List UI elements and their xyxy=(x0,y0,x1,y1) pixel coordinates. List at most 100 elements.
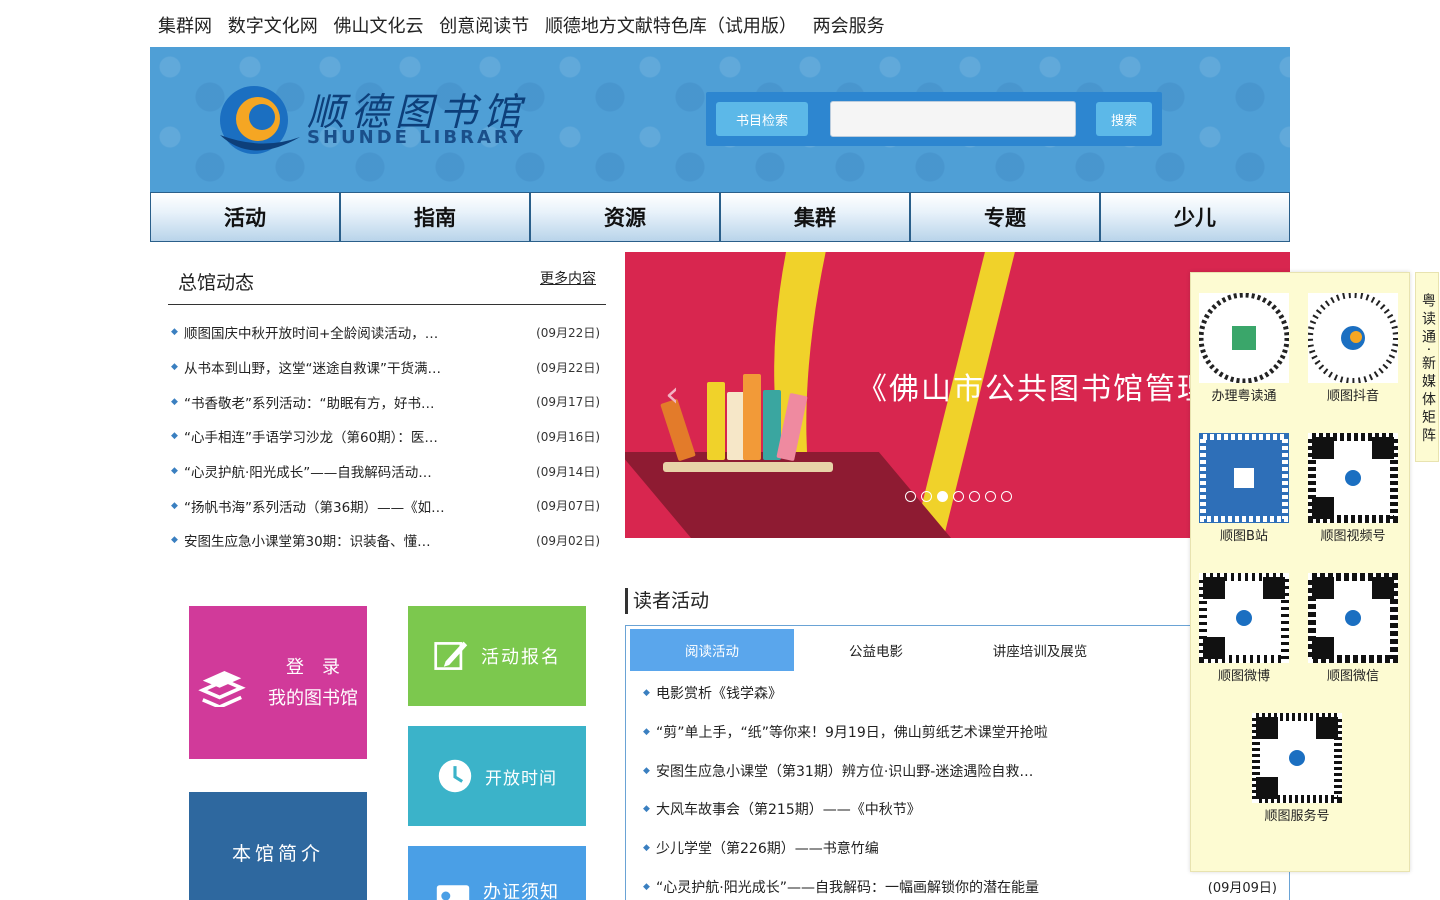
banner-text: 《佛山市公共图书馆管理办 xyxy=(857,372,1241,407)
qr-code-icon xyxy=(1308,433,1398,523)
news-item-title[interactable]: 安图生应急小课堂第30期：识装备、懂… xyxy=(184,530,514,550)
news-item[interactable]: ◆ 安图生应急小课堂第30期：识装备、懂… (09月02日) xyxy=(168,523,606,558)
qr-wechat[interactable]: 顺图微信 xyxy=(1303,573,1403,684)
qr-code-icon xyxy=(1199,293,1289,383)
library-logo[interactable]: 顺德图书馆 SHUNDE LIBRARY xyxy=(212,75,532,165)
nav-activities[interactable]: 活动 xyxy=(151,193,341,241)
book-illustration xyxy=(743,374,761,460)
nav-topics[interactable]: 专题 xyxy=(911,193,1101,241)
book-illustration xyxy=(707,382,725,460)
banner-dot[interactable] xyxy=(969,491,980,502)
banner-dot[interactable] xyxy=(985,491,996,502)
qr-weibo[interactable]: 顺图微博 xyxy=(1194,573,1294,684)
news-item[interactable]: ◆ 顺图国庆中秋开放时间+全龄阅读活动，… (09月22日) xyxy=(168,315,606,350)
news-item[interactable]: ◆ “心灵护航·阳光成长”——自我解码活动… (09月14日) xyxy=(168,454,606,489)
banner-prev-arrow-icon[interactable]: ‹ xyxy=(665,374,679,415)
news-item-title[interactable]: “心手相连”手语学习沙龙（第60期）：医… xyxy=(184,426,514,446)
login-text: 登 录 我的图书馆 xyxy=(268,652,358,714)
search-type-select[interactable]: 书目检索 xyxy=(716,102,808,136)
qr-service-account[interactable]: 顺图服务号 xyxy=(1247,713,1347,824)
bullet-icon: ◆ xyxy=(171,327,178,338)
activity-item-title[interactable]: 电影赏析《钱学森》 xyxy=(656,683,782,703)
bullet-icon: ◆ xyxy=(171,466,178,477)
banner-dot[interactable] xyxy=(905,491,916,502)
news-item-title[interactable]: “心灵护航·阳光成长”——自我解码活动… xyxy=(184,461,514,481)
bullet-icon: ◆ xyxy=(171,535,178,546)
news-more-link[interactable]: 更多内容 xyxy=(540,268,596,288)
bullet-icon: ◆ xyxy=(643,727,650,738)
card-application-label: 办证须知 xyxy=(483,882,559,900)
activity-item[interactable]: ◆ “心灵护航·阳光成长”——自我解码：一幅画解锁你的潜在能量 (09月09日) xyxy=(640,867,1289,900)
qr-yuedutong[interactable]: 办理粤读通 xyxy=(1194,293,1294,404)
banner-dot[interactable] xyxy=(921,491,932,502)
tab-reading-activities[interactable]: 阅读活动 xyxy=(630,629,794,671)
login-label: 登 录 xyxy=(286,656,340,678)
search-box: 书目检索 搜索 xyxy=(706,92,1162,146)
banner-dot[interactable] xyxy=(1001,491,1012,502)
activity-item-title[interactable]: 安图生应急小课堂（第31期）辨方位·识山野-迷途遇险自救… xyxy=(656,761,1033,781)
activity-signup-tile[interactable]: 活动报名 xyxy=(408,606,586,706)
news-item-title[interactable]: “书香敬老”系列活动：“助眠有方，好书… xyxy=(184,392,514,412)
activity-item-title[interactable]: “剪”单上手，“纸”等你来！9月19日，佛山剪纸艺术课堂开抢啦 xyxy=(656,722,1048,742)
my-library-label: 我的图书馆 xyxy=(268,687,358,709)
link-jiqun[interactable]: 集群网 xyxy=(158,16,212,37)
nav-resources[interactable]: 资源 xyxy=(531,193,721,241)
tab-public-films[interactable]: 公益电影 xyxy=(794,629,958,671)
search-input[interactable] xyxy=(830,101,1076,137)
news-header: 总馆动态 更多内容 xyxy=(168,260,606,305)
qr-douyin[interactable]: 顺图抖音 xyxy=(1303,293,1403,404)
news-item[interactable]: ◆ “心手相连”手语学习沙龙（第60期）：医… (09月16日) xyxy=(168,419,606,454)
news-item-title[interactable]: 顺图国庆中秋开放时间+全龄阅读活动，… xyxy=(184,322,514,342)
main-nav: 活动 指南 资源 集群 专题 少儿 xyxy=(150,192,1290,242)
news-item-title[interactable]: 从书本到山野，这堂“迷途自救课”干货满… xyxy=(184,357,514,377)
qr-code-icon xyxy=(1199,573,1289,663)
logo-swirl-icon xyxy=(220,86,300,154)
link-local-literature[interactable]: 顺德地方文献特色库（试用版） xyxy=(545,16,797,37)
news-item-date: (09月16日) xyxy=(536,429,600,444)
tab-lectures-exhibitions[interactable]: 讲座培训及展览 xyxy=(958,629,1122,671)
bullet-icon: ◆ xyxy=(171,362,178,373)
shelf-illustration xyxy=(663,462,833,472)
news-item-date: (09月14日) xyxy=(536,464,600,479)
site-header: 顺德图书馆 SHUNDE LIBRARY 书目检索 搜索 xyxy=(150,47,1290,192)
edit-icon xyxy=(434,641,468,670)
activity-item-title[interactable]: 大风车故事会（第215期）——《中秋节》 xyxy=(656,799,921,819)
bullet-icon: ◆ xyxy=(171,431,178,442)
qr-label: 顺图服务号 xyxy=(1264,809,1330,824)
news-item-date: (09月22日) xyxy=(536,325,600,340)
activity-item-title[interactable]: “心灵护航·阳光成长”——自我解码：一幅画解锁你的潜在能量 xyxy=(656,877,1039,897)
nav-guide[interactable]: 指南 xyxy=(341,193,531,241)
link-digital-culture[interactable]: 数字文化网 xyxy=(228,16,318,37)
news-item-title[interactable]: “扬帆书海”系列活动（第36期）——《如… xyxy=(184,496,514,516)
login-tile[interactable]: 登 录 我的图书馆 xyxy=(189,606,367,759)
news-item[interactable]: ◆ 从书本到山野，这堂“迷途自救课”干货满… (09月22日) xyxy=(168,350,606,385)
activity-item-title[interactable]: 少儿学堂（第226期）——书意竹编 xyxy=(656,838,879,858)
qr-code-icon xyxy=(1252,713,1342,803)
news-item[interactable]: ◆ “扬帆书海”系列活动（第36期）——《如… (09月07日) xyxy=(168,488,606,523)
link-two-sessions[interactable]: 两会服务 xyxy=(813,16,885,37)
news-item-date: (09月07日) xyxy=(536,499,600,514)
link-creative-reading[interactable]: 创意阅读节 xyxy=(439,16,529,37)
activity-tabs: 阅读活动 公益电影 讲座培训及展览 xyxy=(630,629,1285,671)
news-item-date: (09月02日) xyxy=(536,533,600,548)
qr-video-channel[interactable]: 顺图视频号 xyxy=(1303,433,1403,544)
link-foshan-culture-cloud[interactable]: 佛山文化云 xyxy=(333,16,423,37)
bullet-icon: ◆ xyxy=(171,396,178,407)
nav-children[interactable]: 少儿 xyxy=(1101,193,1289,241)
card-application-tile[interactable]: 办证须知 xyxy=(408,846,586,900)
activity-item-date: (09月09日) xyxy=(1207,881,1277,897)
news-item[interactable]: ◆ “书香敬老”系列活动：“助眠有方，好书… (09月17日) xyxy=(168,384,606,419)
bullet-icon: ◆ xyxy=(643,804,650,815)
qr-bilibili[interactable]: 顺图B站 xyxy=(1194,433,1294,544)
new-media-side-tab[interactable]: 粤读通·新媒体矩阵 xyxy=(1415,272,1439,462)
library-intro-tile[interactable]: 本馆简介 xyxy=(189,792,367,900)
bullet-icon: ◆ xyxy=(643,843,650,854)
opening-hours-label: 开放时间 xyxy=(485,768,557,789)
opening-hours-tile[interactable]: 开放时间 xyxy=(408,726,586,826)
nav-cluster[interactable]: 集群 xyxy=(721,193,911,241)
search-button[interactable]: 搜索 xyxy=(1096,102,1152,136)
banner-dot[interactable] xyxy=(937,491,948,502)
news-item-date: (09月17日) xyxy=(536,395,600,410)
banner-dot[interactable] xyxy=(953,491,964,502)
qr-code-panel: 办理粤读通 顺图抖音 顺图B站 顺图视频号 顺图微博 顺图微信 顺图服务号 xyxy=(1190,272,1410,872)
